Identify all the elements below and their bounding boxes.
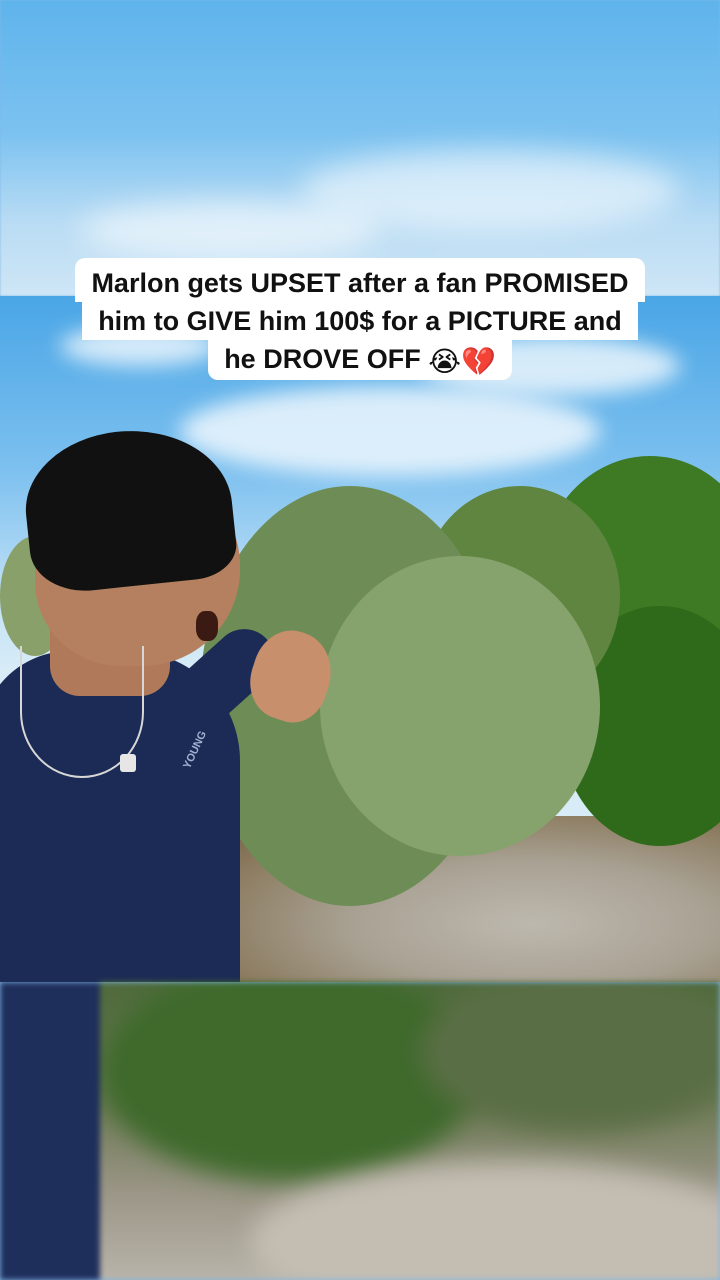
- broken-heart-emoji-icon: 💔: [460, 346, 496, 377]
- open-mouth: [196, 611, 218, 641]
- bottom-blurred-background: [0, 982, 720, 1280]
- caption-line-3-text: he DROVE OFF: [224, 344, 421, 374]
- olive-tree-highlight: [320, 556, 600, 856]
- necklace-pendant: [120, 754, 136, 772]
- caption-line-3: he DROVE OFF 😭💔: [208, 340, 512, 380]
- top-blurred-background: [0, 0, 720, 296]
- video-content: YOUNG: [0, 296, 720, 982]
- caption-overlay: Marlon gets UPSET after a fan PROMISED h…: [0, 258, 720, 380]
- crying-emoji-icon: 😭: [428, 346, 461, 377]
- caption-line-2: him to GIVE him 100$ for a PICTURE and: [82, 302, 638, 340]
- caption-line-1: Marlon gets UPSET after a fan PROMISED: [75, 258, 645, 302]
- video-frame[interactable]: YOUNG Marlon gets UPSET after a fan PROM…: [0, 0, 720, 1280]
